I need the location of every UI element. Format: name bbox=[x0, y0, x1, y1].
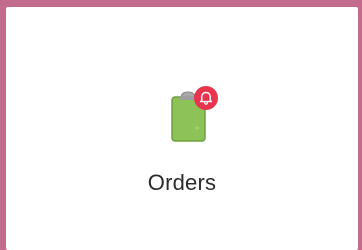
tile-border-frame: Orders bbox=[0, 0, 362, 250]
orders-icon-group bbox=[163, 83, 223, 149]
bell-icon bbox=[194, 86, 218, 110]
clipboard-icon bbox=[171, 86, 218, 142]
orders-label: Orders bbox=[147, 170, 217, 195]
orders-tile[interactable]: Orders bbox=[6, 7, 358, 250]
